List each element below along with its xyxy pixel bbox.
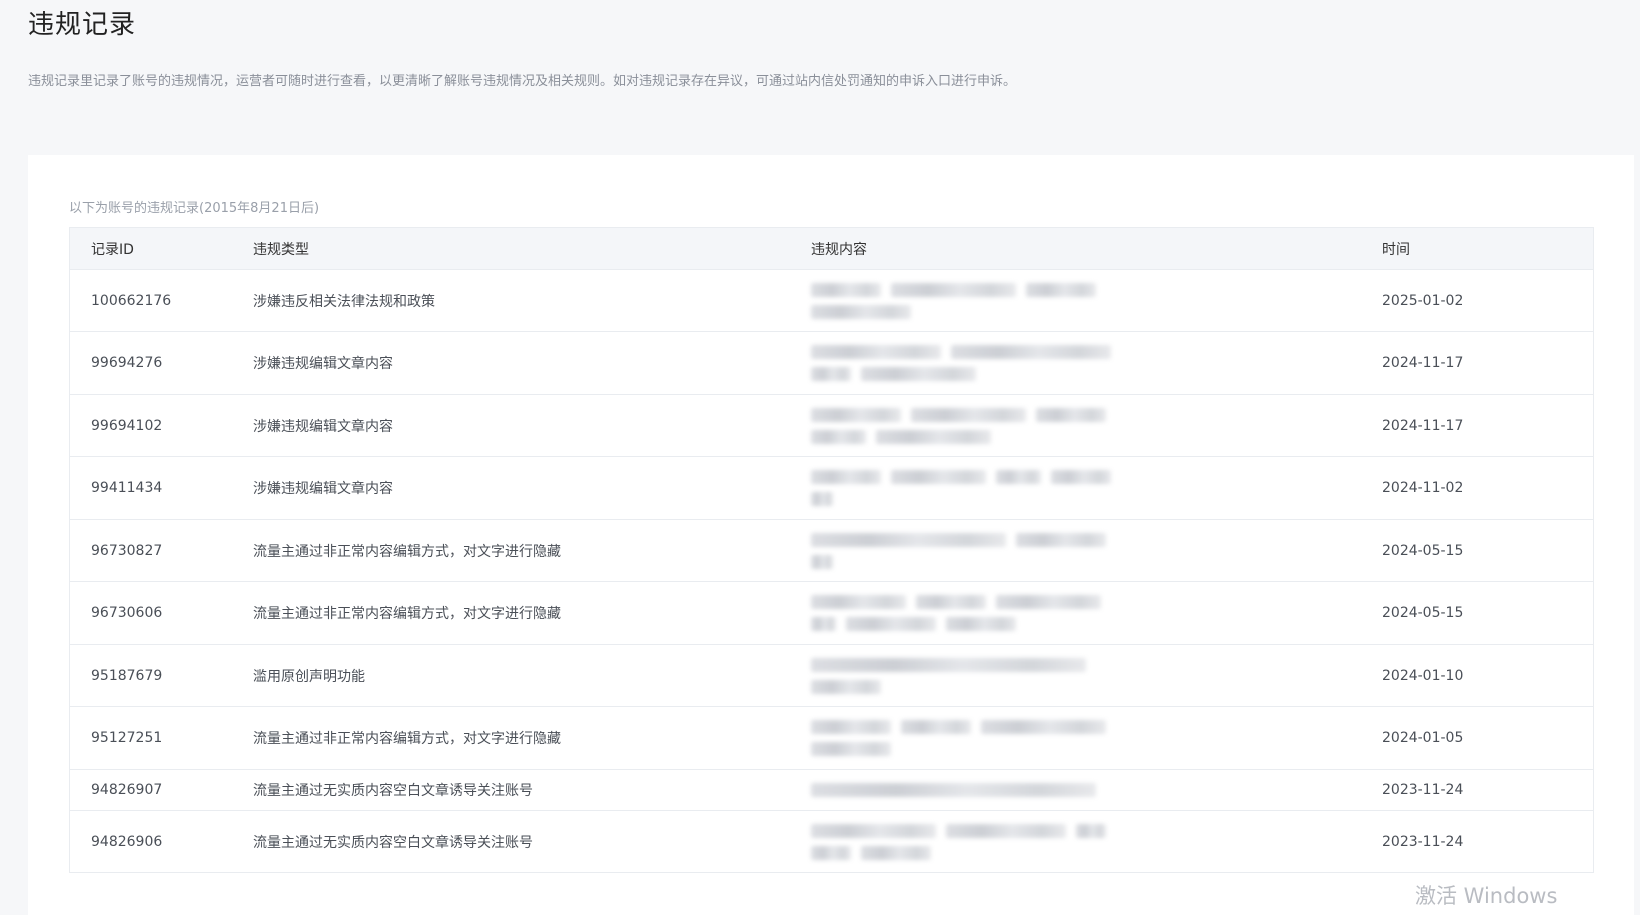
violation-content-cell: [811, 470, 1382, 506]
table-row: 96730606 流量主通过非正常内容编辑方式，对文字进行隐藏 2024-05-15: [70, 582, 1593, 645]
violation-type-cell: 涉嫌违规编辑文章内容: [253, 481, 393, 497]
violation-type-cell: 流量主通过无实质内容空白文章诱导关注账号: [253, 834, 533, 851]
violation-content-cell: [811, 595, 1382, 631]
violation-table: 记录ID 违规类型 违规内容 时间 100662176 涉嫌违反相关法律法规和政策…: [69, 227, 1594, 873]
record-id-cell: 100662176: [91, 292, 172, 309]
violation-type-cell: 涉嫌违规编辑文章内容: [253, 356, 393, 372]
record-id-cell: 94826906: [91, 833, 163, 850]
violation-content-cell: [811, 407, 1382, 444]
violation-content-cell: [811, 345, 1382, 381]
table-row: 99411434 涉嫌违规编辑文章内容 2024-11-02: [70, 457, 1593, 520]
page-title: 违规记录: [28, 10, 137, 40]
record-id-cell: 99694276: [91, 355, 163, 371]
violation-content-cell: [811, 657, 1382, 694]
blurred-content: [811, 720, 1382, 756]
column-header-id: 记录ID: [91, 241, 134, 258]
violation-type-cell: 流量主通过非正常内容编辑方式，对文字进行隐藏: [253, 731, 561, 747]
record-id-cell: 96730606: [91, 605, 163, 621]
blurred-content: [811, 823, 1382, 860]
violation-content-cell: [811, 720, 1382, 756]
page-description: 违规记录里记录了账号的违规情况，运营者可随时进行查看，以更清晰了解账号违规情况及…: [28, 74, 1017, 89]
time-cell: 2024-01-05: [1382, 730, 1464, 746]
time-cell: 2025-01-02: [1382, 292, 1464, 309]
violation-content-cell: [811, 783, 1382, 797]
record-id-cell: 95187679: [91, 667, 163, 684]
blurred-content: [811, 532, 1382, 569]
time-cell: 2024-05-15: [1382, 605, 1464, 621]
column-header-time: 时间: [1382, 241, 1410, 258]
time-cell: 2023-11-24: [1382, 782, 1464, 798]
blurred-content: [811, 595, 1382, 631]
column-header-content: 违规内容: [811, 241, 867, 258]
violation-type-cell: 滥用原创声明功能: [253, 668, 365, 685]
violation-panel: 以下为账号的违规记录(2015年8月21日后) 记录ID 违规类型 违规内容 时…: [28, 155, 1634, 915]
time-cell: 2024-05-15: [1382, 542, 1464, 559]
blurred-content: [811, 657, 1382, 694]
table-row: 96730827 流量主通过非正常内容编辑方式，对文字进行隐藏 2024-05-15: [70, 520, 1593, 582]
table-row: 99694276 涉嫌违规编辑文章内容 2024-11-17: [70, 332, 1593, 395]
table-row: 94826907 流量主通过无实质内容空白文章诱导关注账号 2023-11-24: [70, 770, 1593, 811]
record-id-cell: 94826907: [91, 782, 163, 798]
time-cell: 2024-11-02: [1382, 480, 1464, 496]
violation-type-cell: 流量主通过无实质内容空白文章诱导关注账号: [253, 783, 533, 799]
time-cell: 2024-11-17: [1382, 417, 1464, 434]
violation-type-cell: 流量主通过非正常内容编辑方式，对文字进行隐藏: [253, 543, 561, 560]
table-row: 99694102 涉嫌违规编辑文章内容 2024-11-17: [70, 395, 1593, 457]
blurred-content: [811, 470, 1382, 506]
table-row: 94826906 流量主通过无实质内容空白文章诱导关注账号 2023-11-24: [70, 811, 1593, 873]
violation-content-cell: [811, 532, 1382, 569]
violation-content-cell: [811, 282, 1382, 319]
table-row: 95127251 流量主通过非正常内容编辑方式，对文字进行隐藏 2024-01-05: [70, 707, 1593, 770]
record-id-cell: 99694102: [91, 417, 163, 434]
table-row: 95187679 滥用原创声明功能 2024-01-10: [70, 645, 1593, 707]
violation-type-cell: 流量主通过非正常内容编辑方式，对文字进行隐藏: [253, 606, 561, 622]
panel-caption: 以下为账号的违规记录(2015年8月21日后): [69, 201, 320, 216]
time-cell: 2024-01-10: [1382, 667, 1464, 684]
blurred-content: [811, 783, 1382, 797]
time-cell: 2024-11-17: [1382, 355, 1464, 371]
time-cell: 2023-11-24: [1382, 833, 1464, 850]
blurred-content: [811, 407, 1382, 444]
record-id-cell: 99411434: [91, 480, 163, 496]
violation-type-cell: 涉嫌违反相关法律法规和政策: [253, 293, 435, 310]
table-header-row: 记录ID 违规类型 违规内容 时间: [70, 228, 1593, 270]
record-id-cell: 96730827: [91, 542, 163, 559]
violation-type-cell: 涉嫌违规编辑文章内容: [253, 418, 393, 435]
column-header-type: 违规类型: [253, 241, 309, 258]
record-id-cell: 95127251: [91, 730, 163, 746]
violation-content-cell: [811, 823, 1382, 860]
table-row: 100662176 涉嫌违反相关法律法规和政策 2025-01-02: [70, 270, 1593, 332]
table-body: 100662176 涉嫌违反相关法律法规和政策 2025-01-02 99694276…: [70, 270, 1593, 873]
blurred-content: [811, 282, 1382, 319]
blurred-content: [811, 345, 1382, 381]
